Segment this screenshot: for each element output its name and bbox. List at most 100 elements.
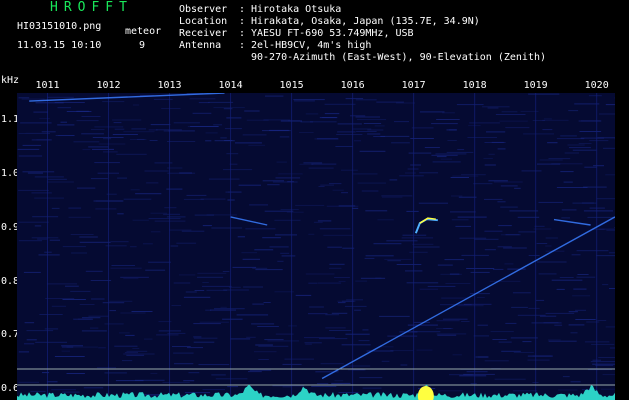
noise-speck [343,365,371,367]
noise-speck [587,216,615,218]
noise-speck [117,213,124,215]
noise-speck [304,337,335,339]
noise-speck [245,228,276,230]
noise-speck [558,389,578,391]
noise-speck [82,317,101,319]
noise-speck [445,283,471,284]
noise-speck [215,378,248,380]
station-info-value: 90-270-Azimuth (East-West), 90-Elevation… [251,52,547,63]
noise-speck [130,246,137,248]
noise-speck [572,202,597,204]
noise-speck [536,243,548,244]
noise-speck [536,299,545,301]
noise-speck [562,376,570,378]
noise-speck [163,213,180,215]
noise-speck [26,339,37,341]
noise-speck [505,322,517,324]
noise-speck [102,101,125,103]
noise-speck [44,328,59,330]
noise-speck [114,128,125,130]
noise-speck [436,320,460,322]
noise-speck [470,383,477,385]
noise-speck [54,356,85,357]
noise-speck [18,381,39,383]
noise-speck [90,129,105,131]
noise-speck [211,374,226,376]
noise-speck [589,207,605,209]
noise-speck [578,120,602,122]
noise-speck [459,237,487,239]
noise-speck [223,108,233,110]
noise-speck [262,237,281,239]
noise-speck [225,191,242,193]
noise-speck [579,131,602,132]
noise-speck [437,264,453,266]
noise-speck [85,270,103,272]
noise-speck [197,276,224,278]
noise-speck [282,386,292,388]
noise-speck [32,216,59,218]
noise-speck [90,327,99,329]
noise-speck [466,371,488,373]
noise-speck [98,347,106,349]
noise-speck [432,161,461,163]
noise-speck [467,137,497,138]
noise-speck [51,207,60,209]
noise-speck [255,269,283,271]
noise-speck [577,274,589,275]
noise-speck [92,148,114,150]
noise-speck [299,163,314,165]
noise-speck [443,318,468,320]
noise-speck [18,133,26,134]
noise-speck [354,140,361,142]
noise-speck [473,183,493,185]
noise-speck [591,343,615,345]
noise-speck [116,153,147,155]
noise-speck [490,331,514,333]
noise-speck [280,252,290,254]
station-info-value: YAESU FT-690 53.749MHz, USB [251,28,414,39]
noise-speck [18,240,43,242]
noise-speck [501,111,518,113]
noise-speck [373,136,386,137]
noise-speck [113,122,122,124]
noise-speck [35,341,67,343]
noise-speck [112,119,142,121]
noise-speck [242,134,267,136]
noise-speck [484,198,503,200]
noise-speck [205,140,212,142]
noise-speck [442,112,455,114]
x-tick-label: 1015 [279,80,304,91]
station-info-separator: : [239,4,246,15]
noise-speck [288,325,297,327]
noise-speck [446,151,474,153]
noise-speck [109,310,116,312]
noise-speck [451,195,463,197]
noise-speck [416,349,433,351]
noise-speck [194,214,214,216]
noise-speck [584,166,597,168]
noise-speck [295,204,325,206]
noise-speck [322,117,337,119]
noise-speck [186,194,207,196]
noise-speck [258,345,289,347]
noise-speck [199,321,229,323]
noise-speck [76,187,96,189]
noise-speck [324,103,356,105]
noise-speck [311,163,337,165]
noise-speck [246,336,256,338]
noise-speck [484,249,496,251]
noise-speck [38,254,60,256]
noise-speck [503,247,527,249]
noise-speck [166,188,183,190]
noise-speck [57,107,71,109]
noise-speck [81,330,107,332]
noise-speck [493,268,504,270]
noise-speck [110,241,129,243]
noise-speck [112,134,138,135]
noise-speck [561,209,577,211]
noise-speck [57,124,75,126]
noise-speck [94,162,120,164]
noise-speck [436,119,460,120]
noise-speck [513,351,534,353]
